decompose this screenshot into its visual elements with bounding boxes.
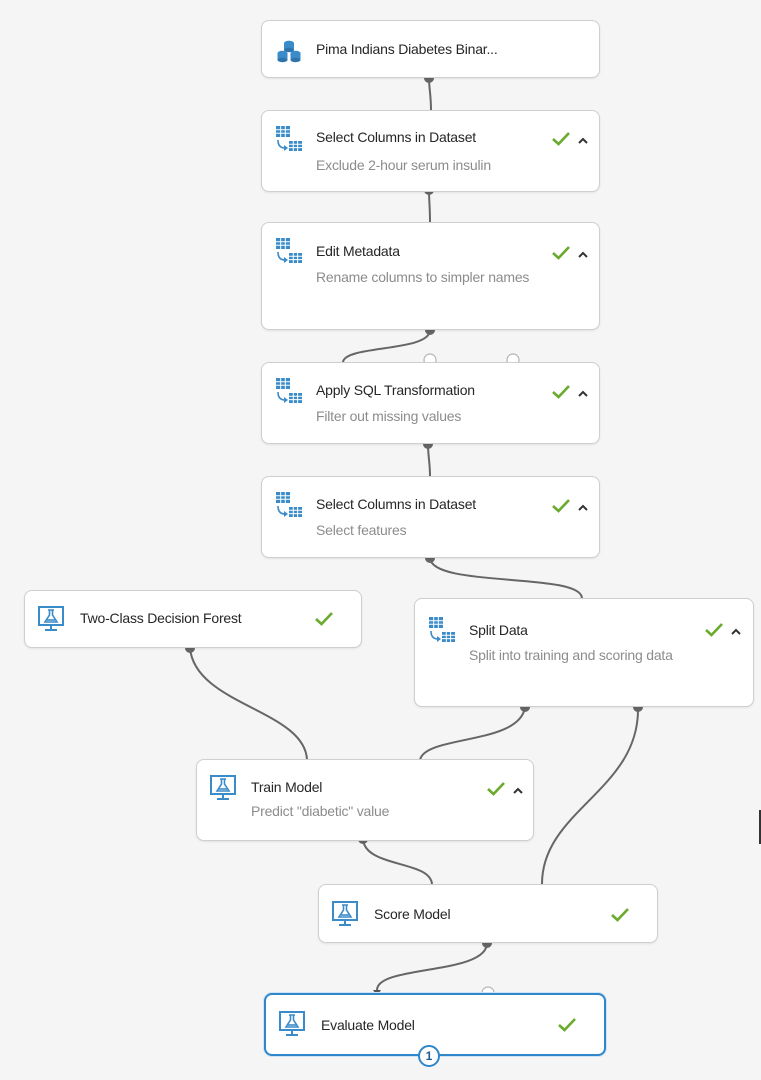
module-title: Edit Metadata	[316, 243, 400, 259]
collapse-chevron-icon[interactable]	[577, 386, 589, 404]
module-description: Exclude 2-hour serum insulin	[316, 157, 491, 173]
table-transform-icon	[428, 616, 456, 644]
flask-monitor-icon	[331, 900, 359, 928]
table-transform-icon	[275, 237, 303, 265]
collapse-chevron-icon[interactable]	[730, 624, 742, 642]
edge-forest-to-train	[189, 647, 308, 761]
check-icon	[551, 245, 571, 266]
check-icon	[486, 781, 506, 802]
module-title: Pima Indians Diabetes Binar...	[316, 41, 498, 57]
flask-monitor-icon	[278, 1010, 306, 1038]
module-apply-sql[interactable]: Apply SQL Transformation Filter out miss…	[261, 362, 600, 444]
output-port-badge[interactable]: 1	[418, 1045, 440, 1067]
flask-monitor-icon	[37, 605, 65, 633]
module-title: Select Columns in Dataset	[316, 496, 476, 512]
check-icon	[704, 622, 724, 643]
module-select-columns-1[interactable]: Select Columns in Dataset Exclude 2-hour…	[261, 110, 600, 192]
module-description: Predict "diabetic" value	[251, 803, 390, 819]
edge-train-to-score	[362, 838, 433, 885]
module-split-data[interactable]: Split Data Split into training and scori…	[414, 598, 754, 707]
module-decision-forest[interactable]: Two-Class Decision Forest	[24, 590, 362, 648]
collapse-chevron-icon[interactable]	[577, 247, 589, 265]
edge-split-to-score	[541, 706, 640, 885]
flask-monitor-icon	[209, 774, 237, 802]
table-transform-icon	[275, 491, 303, 519]
module-description: Select features	[316, 522, 407, 538]
experiment-canvas[interactable]: Pima Indians Diabetes Binar... Select Co…	[0, 0, 761, 1080]
table-transform-icon	[275, 377, 303, 405]
module-title: Two-Class Decision Forest	[80, 610, 242, 626]
check-icon	[610, 907, 630, 928]
module-title: Train Model	[251, 779, 323, 795]
module-description: Rename columns to simpler names	[316, 269, 530, 285]
collapse-chevron-icon[interactable]	[512, 783, 524, 801]
check-icon	[551, 384, 571, 405]
collapse-chevron-icon[interactable]	[577, 500, 589, 518]
check-icon	[557, 1017, 577, 1038]
module-description: Split into training and scoring data	[469, 647, 673, 663]
check-icon	[551, 131, 571, 152]
module-pima-dataset[interactable]: Pima Indians Diabetes Binar...	[261, 20, 600, 78]
module-evaluate-model[interactable]: Evaluate Model 1	[264, 993, 606, 1067]
module-title: Evaluate Model	[321, 1017, 415, 1033]
edge-score-to-evaluate	[376, 942, 488, 991]
collapse-chevron-icon[interactable]	[577, 133, 589, 151]
edge-metadata-to-sql	[342, 329, 431, 363]
module-title: Select Columns in Dataset	[316, 129, 476, 145]
module-edit-metadata[interactable]: Edit Metadata Rename columns to simpler …	[261, 222, 600, 330]
module-title: Score Model	[374, 906, 451, 922]
edge-split-to-train	[419, 706, 526, 761]
database-icon	[275, 37, 303, 65]
module-description: Filter out missing values	[316, 408, 462, 424]
module-train-model[interactable]: Train Model Predict "diabetic" value	[196, 759, 534, 841]
module-score-model[interactable]: Score Model	[318, 884, 658, 943]
check-icon	[551, 498, 571, 519]
module-title: Apply SQL Transformation	[316, 382, 475, 398]
module-title: Split Data	[469, 622, 528, 638]
edge-select2-to-split	[429, 557, 583, 599]
module-select-columns-2[interactable]: Select Columns in Dataset Select feature…	[261, 476, 600, 558]
check-icon	[314, 611, 334, 632]
table-transform-icon	[275, 125, 303, 153]
